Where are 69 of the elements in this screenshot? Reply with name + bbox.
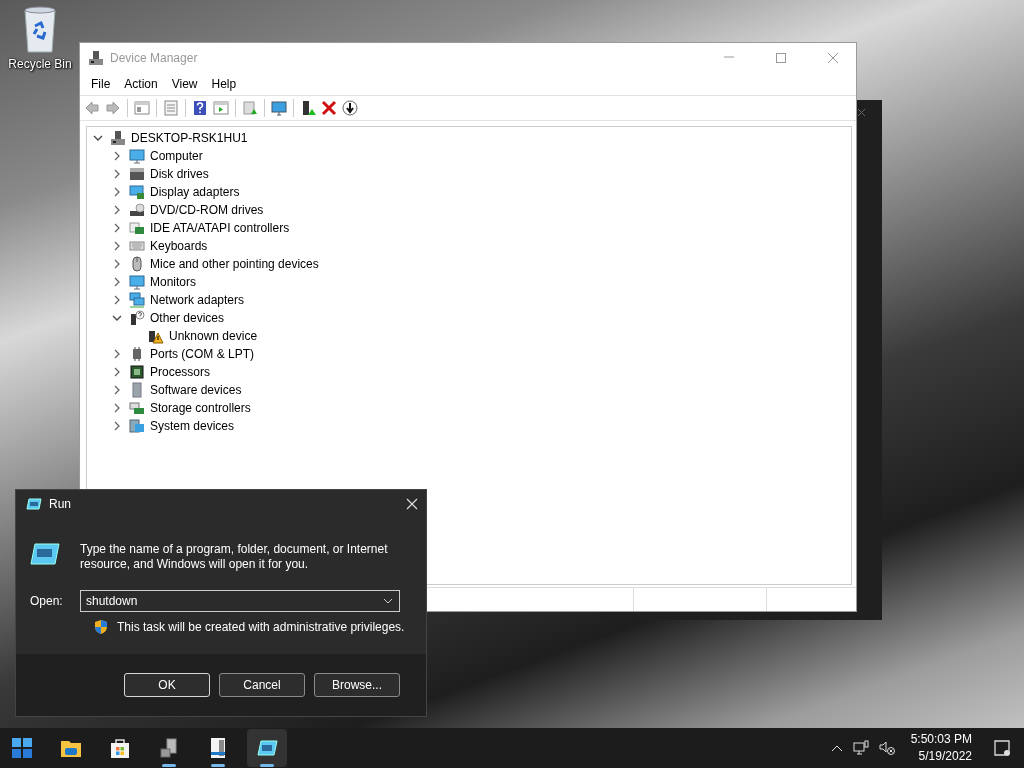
tree-item[interactable]: Keyboards (150, 239, 208, 253)
admin-note: This task will be created with administrative privileges. (117, 620, 405, 634)
clock-time: 5:50:03 PM (910, 731, 972, 748)
tree-item[interactable]: IDE ATA/ATAPI controllers (150, 221, 290, 235)
chevron-up-icon[interactable] (830, 744, 843, 752)
tree-item[interactable]: System devices (150, 419, 235, 433)
dialog-title: Run (49, 497, 72, 511)
tree-item[interactable]: Network adapters (150, 293, 245, 307)
dialog-button[interactable]: OK (124, 673, 210, 697)
drive-icon (129, 166, 145, 182)
tree-item[interactable]: Software devices (150, 383, 242, 397)
tree-item[interactable]: Monitors (150, 275, 196, 289)
question-device-icon (129, 310, 145, 326)
delete-icon[interactable] (321, 100, 337, 116)
tree-item[interactable]: Other devices (150, 311, 225, 325)
chip-icon (129, 364, 145, 380)
disc-drive-icon (129, 202, 145, 218)
back-arrow-icon[interactable] (84, 100, 100, 116)
panel-window-icon[interactable] (134, 100, 150, 116)
mouse-icon (129, 256, 145, 272)
warning-device-icon (148, 328, 164, 344)
display-card-icon (129, 184, 145, 200)
windows-logo-icon (11, 737, 33, 759)
dropdown-caret-icon[interactable] (383, 598, 393, 604)
shopping-bag-icon (109, 737, 131, 759)
network-monitors-icon (129, 292, 145, 308)
tree-item[interactable]: DESKTOP-RSK1HU1 (131, 131, 248, 145)
tree-item[interactable]: DVD/CD-ROM drives (150, 203, 264, 217)
help-icon[interactable] (192, 100, 208, 116)
maximize-icon[interactable] (775, 52, 787, 64)
speaker-muted-icon[interactable] (878, 740, 895, 756)
description-text: Type the name of a program, folder, document, or Internet resource, and Windows will open it for you. (80, 542, 389, 572)
controller-card-icon (129, 220, 145, 236)
network-monitor-icon[interactable] (852, 740, 869, 756)
clock-date: 5/19/2022 (918, 748, 972, 765)
tree-item[interactable]: Mice and other pointing devices (150, 257, 319, 271)
window-icon (26, 497, 42, 511)
tree-item[interactable]: Storage controllers (150, 401, 251, 415)
taskbar-app[interactable] (247, 729, 287, 767)
monitor-icon[interactable] (271, 100, 287, 116)
tree-item[interactable]: Disk drives (150, 167, 209, 181)
command-input-field[interactable]: shutdown (80, 590, 400, 612)
keyboard-icon (129, 238, 145, 254)
field-label: Open: (30, 594, 64, 608)
tree-item[interactable]: Computer (150, 149, 203, 163)
window-icon (256, 737, 278, 759)
menu-item[interactable]: File (84, 75, 118, 93)
icon-label: Recycle Bin (8, 57, 72, 71)
computer-tower-icon (110, 130, 126, 146)
tree-item[interactable]: Display adapters (150, 185, 240, 199)
monitor-icon (129, 274, 145, 290)
storage-controller-icon (129, 400, 145, 416)
notification-icon[interactable] (994, 740, 1010, 756)
window-icon (30, 542, 60, 566)
tree-item[interactable]: Processors (150, 365, 211, 379)
tree-item[interactable]: Unknown device (169, 329, 258, 343)
forward-arrow-icon[interactable] (105, 100, 121, 116)
menu-item[interactable]: View (164, 75, 205, 93)
run-window-icon[interactable] (213, 100, 229, 116)
window-title: Device Manager (110, 51, 199, 65)
menu-item[interactable]: Action (117, 75, 165, 93)
dialog-button[interactable]: Browse... (314, 673, 400, 697)
menu-item[interactable]: Help (204, 75, 244, 93)
clock[interactable]: 5:50:03 PM 5/19/2022 (910, 731, 972, 765)
tree-item[interactable]: Ports (COM & LPT) (150, 347, 254, 361)
shield-icon (94, 619, 108, 635)
dialog-button[interactable]: Cancel (219, 673, 305, 697)
monitor-icon (129, 148, 145, 164)
download-circle-icon[interactable] (342, 100, 358, 116)
